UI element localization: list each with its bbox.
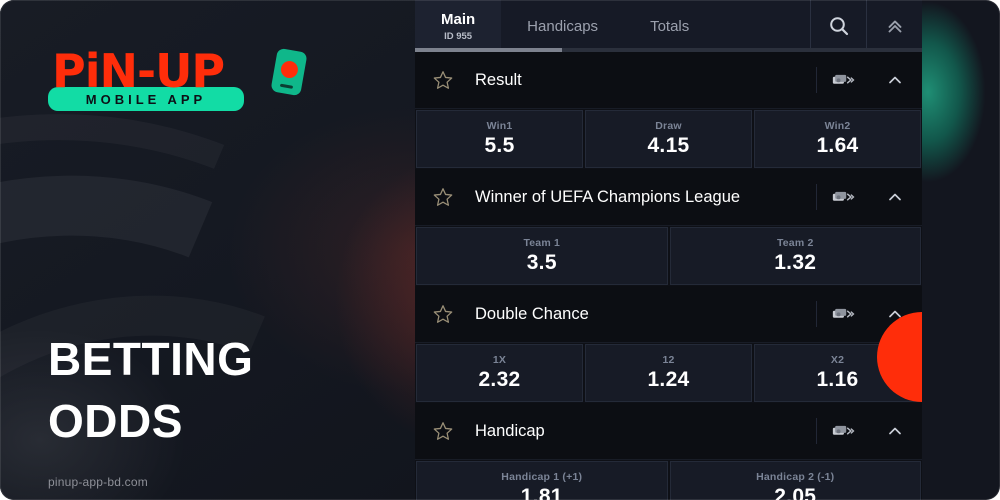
odd-button[interactable]: Win1 5.5 (416, 110, 583, 168)
cash-out-icon[interactable] (816, 301, 868, 327)
chevron-icon (889, 427, 901, 435)
tab-handicaps[interactable]: Handicaps (501, 0, 624, 52)
star-icon (433, 305, 453, 323)
market-header[interactable]: Result (415, 52, 922, 109)
betting-panel: Main ID 955 Handicaps Totals Result Win1… (415, 0, 922, 500)
cash-out-icon[interactable] (816, 67, 868, 93)
odd-value: 3.5 (526, 251, 557, 274)
tab-totals-label: Totals (650, 17, 690, 35)
odds-row: Win1 5.5 Draw 4.15 Win2 1.64 (415, 109, 922, 169)
market-header[interactable]: Double Chance (415, 286, 922, 343)
odd-button[interactable]: Team 1 3.5 (416, 227, 668, 285)
odd-button[interactable]: 12 1.24 (585, 344, 752, 402)
chevron-icon (889, 310, 901, 318)
chevron-up-icon[interactable] (868, 70, 922, 90)
chevron-up-icon[interactable] (868, 304, 922, 324)
tabbar-spacer (715, 0, 810, 52)
odd-label: Handicap 1 (+1) (501, 471, 583, 483)
odd-value: 1.16 (816, 368, 859, 391)
odd-label: Draw (655, 120, 682, 132)
odds-row: Handicap 1 (+1) 1.81 Handicap 2 (-1) 2.0… (415, 460, 922, 500)
odd-value: 2.32 (478, 368, 521, 391)
market-title: Result (475, 70, 522, 89)
odd-button[interactable]: Handicap 2 (-1) 2.05 (669, 461, 921, 500)
pinup-logo: PiN-UP MOBILE APP (48, 44, 308, 111)
site-watermark: pinup-app-bd.com (48, 475, 148, 489)
money-stack-icon (832, 191, 854, 201)
page-title: BETTING ODDS (48, 328, 253, 452)
odd-label: X2 (830, 354, 845, 366)
odd-value: 1.24 (647, 368, 690, 391)
star-outline-icon[interactable] (432, 420, 462, 442)
odd-label: 1X (492, 354, 507, 366)
odd-button[interactable]: Handicap 1 (+1) 1.81 (416, 461, 668, 500)
star-outline-icon[interactable] (432, 69, 462, 91)
odd-value: 1.32 (774, 251, 817, 274)
money-stack-icon (832, 74, 854, 84)
odd-label: Team 1 (523, 237, 561, 249)
market-tabbar: Main ID 955 Handicaps Totals (415, 0, 922, 52)
odd-label: Handicap 2 (-1) (756, 471, 835, 483)
decorative-green-glow (920, 0, 1000, 240)
odd-value: 1.81 (520, 485, 563, 500)
search-button[interactable] (810, 0, 866, 52)
markets-list: Result Win1 5.5 Draw 4.15 Win2 1.64 Winn… (415, 52, 922, 500)
odd-button[interactable]: 1X 2.32 (416, 344, 583, 402)
market-section-handicap: Handicap Handicap 1 (+1) 1.81 Handicap 2… (415, 403, 922, 500)
odd-label: Team 2 (776, 237, 814, 249)
odd-button[interactable]: X2 1.16 (754, 344, 921, 402)
chevron-icon (889, 193, 901, 201)
tab-main[interactable]: Main ID 955 (415, 0, 502, 52)
promo-banner: PiN-UP MOBILE APP BETTING ODDS pinup-app… (0, 0, 1000, 500)
decorative-red-glow (330, 150, 420, 450)
cash-out-icon[interactable] (816, 184, 868, 210)
star-outline-icon[interactable] (432, 186, 462, 208)
market-section-double-chance: Double Chance 1X 2.32 12 1.24 X2 1.16 (415, 286, 922, 403)
chevron-up-icon[interactable] (868, 187, 922, 207)
chevron-up-icon[interactable] (868, 421, 922, 441)
star-icon (433, 422, 453, 440)
odd-label: Win1 (486, 120, 513, 132)
market-title: Handicap (475, 421, 545, 440)
market-header[interactable]: Winner of UEFA Champions League (415, 169, 922, 226)
search-icon (829, 17, 848, 36)
odds-row: 1X 2.32 12 1.24 X2 1.16 (415, 343, 922, 403)
star-icon (433, 71, 453, 89)
odd-label: Win2 (824, 120, 851, 132)
money-stack-icon (832, 425, 854, 435)
star-outline-icon[interactable] (432, 303, 462, 325)
logo-wordmark: PiN-UP (52, 44, 225, 98)
double-chevron-up-icon (888, 20, 901, 33)
odd-button[interactable]: Win2 1.64 (754, 110, 921, 168)
odd-label: 12 (662, 354, 675, 366)
odd-value: 4.15 (647, 134, 690, 157)
market-section-result: Result Win1 5.5 Draw 4.15 Win2 1.64 (415, 52, 922, 169)
tabbar-scrollbar[interactable] (415, 48, 922, 52)
market-title: Winner of UEFA Champions League (475, 187, 741, 206)
cash-out-icon[interactable] (816, 418, 868, 444)
market-title: Double Chance (475, 304, 589, 323)
star-icon (433, 188, 453, 206)
odd-value: 5.5 (484, 134, 515, 157)
odds-row: Team 1 3.5 Team 2 1.32 (415, 226, 922, 286)
headline-line-1: BETTING (48, 333, 254, 385)
odd-value: 2.05 (774, 485, 817, 500)
tab-totals[interactable]: Totals (624, 0, 715, 52)
tab-main-label: Main (441, 10, 476, 28)
tab-main-id: ID 955 (444, 30, 473, 42)
market-header[interactable]: Handicap (415, 403, 922, 460)
collapse-all-button[interactable] (866, 0, 922, 52)
money-stack-icon (832, 308, 854, 318)
odd-button[interactable]: Draw 4.15 (585, 110, 752, 168)
market-section-uefa-winner: Winner of UEFA Champions League Team 1 3… (415, 169, 922, 286)
chevron-icon (889, 76, 901, 84)
headline-line-2: ODDS (48, 395, 183, 448)
tab-handicaps-label: Handicaps (527, 17, 599, 35)
odd-button[interactable]: Team 2 1.32 (669, 227, 921, 285)
odd-value: 1.64 (816, 134, 859, 157)
